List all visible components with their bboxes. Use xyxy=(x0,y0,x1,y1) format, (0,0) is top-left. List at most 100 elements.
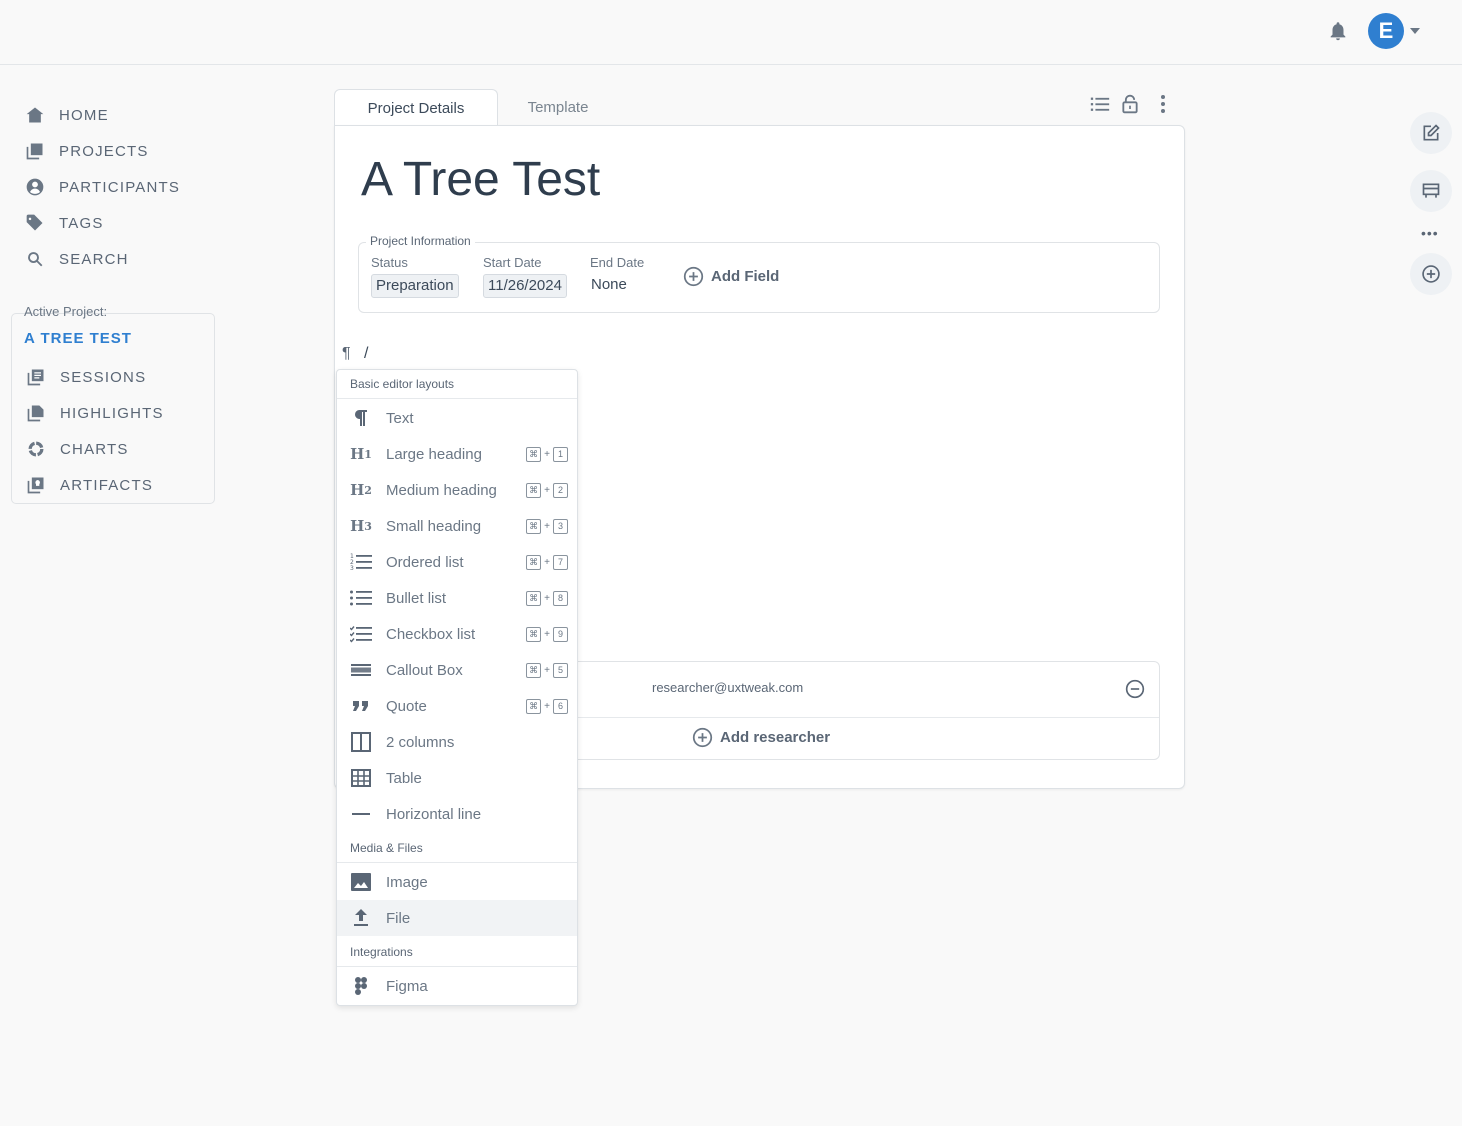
paragraph-icon xyxy=(350,407,372,429)
menu-item-label: Bullet list xyxy=(386,589,447,607)
menu-item-2-columns[interactable]: 2 columns xyxy=(337,724,577,760)
menu-item-label: Text xyxy=(386,409,414,427)
nav-item-sessions[interactable]: SESSIONS xyxy=(25,365,146,389)
nav-item-label: ARTIFACTS xyxy=(60,476,154,494)
menu-item-medium-heading[interactable]: H2 Medium heading ⌘ +2 xyxy=(337,472,577,508)
end-date-value[interactable]: None xyxy=(591,274,627,298)
add-field-button[interactable]: Add Field xyxy=(683,266,779,287)
ordered-list-icon: 123 xyxy=(350,551,372,573)
avatar-dropdown-caret-icon[interactable] xyxy=(1410,28,1420,34)
researchers-table xyxy=(570,661,1160,760)
menu-item-label: Quote xyxy=(386,697,427,715)
projects-icon xyxy=(24,140,46,162)
paragraph-mark-icon: ¶ xyxy=(342,345,351,362)
status-value[interactable]: Preparation xyxy=(371,274,459,298)
figma-icon xyxy=(350,975,372,997)
nav-item-label: HOME xyxy=(59,106,109,124)
menu-item-label: 2 columns xyxy=(386,733,455,751)
menu-item-table[interactable]: Table xyxy=(337,760,577,796)
active-project-label: Active Project: xyxy=(24,304,108,319)
menu-item-figma[interactable]: Figma xyxy=(337,968,577,1004)
menu-section-basic: Basic editor layouts xyxy=(350,377,455,391)
nav-item-artifacts[interactable]: ARTIFACTS xyxy=(25,473,153,497)
nav-item-charts[interactable]: CHARTS xyxy=(25,437,129,461)
more-horizontal-icon[interactable]: ••• xyxy=(1421,225,1439,241)
tab-project-details[interactable]: Project Details xyxy=(334,89,498,126)
notification-bell-icon[interactable] xyxy=(1327,19,1349,43)
horizontal-line-icon xyxy=(350,803,372,825)
checkbox-list-icon xyxy=(350,623,372,645)
add-researcher-button[interactable]: Add researcher xyxy=(692,727,830,748)
edit-note-icon xyxy=(1423,124,1440,141)
active-project-name[interactable]: A TREE TEST xyxy=(24,330,132,347)
menu-item-label: Horizontal line xyxy=(386,805,482,823)
add-circle-icon xyxy=(1422,265,1440,283)
menu-item-label: Image xyxy=(386,873,428,891)
end-date-label: End Date xyxy=(590,255,645,270)
heading-2-icon: H2 xyxy=(350,481,372,499)
heading-3-icon: H3 xyxy=(350,517,372,535)
columns-icon xyxy=(350,731,372,753)
nav-item-home[interactable]: HOME xyxy=(24,103,109,127)
nav-item-tags[interactable]: TAGS xyxy=(24,211,104,235)
shortcut-hint: ⌘ +8 xyxy=(526,591,568,606)
menu-item-label: Medium heading xyxy=(386,481,497,499)
charts-icon xyxy=(25,438,47,460)
menu-item-bullet-list[interactable]: Bullet list ⌘ +8 xyxy=(337,580,577,616)
menu-item-label: Figma xyxy=(386,977,428,995)
sessions-icon xyxy=(25,366,47,388)
menu-item-large-heading[interactable]: H1 Large heading ⌘ +1 xyxy=(337,436,577,472)
outline-list-icon[interactable] xyxy=(1089,92,1111,116)
layout-panel-icon xyxy=(1422,183,1440,198)
lock-open-icon[interactable] xyxy=(1120,92,1140,116)
editor-input[interactable]: / xyxy=(364,345,368,363)
more-vertical-icon[interactable] xyxy=(1155,92,1171,116)
rail-edit-button[interactable] xyxy=(1410,112,1452,154)
menu-item-small-heading[interactable]: H3 Small heading ⌘ +3 xyxy=(337,508,577,544)
nav-item-highlights[interactable]: HIGHLIGHTS xyxy=(25,401,164,425)
search-icon xyxy=(24,248,46,270)
menu-item-checkbox-list[interactable]: Checkbox list ⌘ +9 xyxy=(337,616,577,652)
participants-icon xyxy=(24,176,46,198)
nav-item-search[interactable]: SEARCH xyxy=(24,247,129,271)
slash-command-menu: Basic editor layouts Text H1 Large headi… xyxy=(336,369,578,1006)
menu-item-ordered-list[interactable]: 123 Ordered list ⌘ +7 xyxy=(337,544,577,580)
menu-item-horizontal-line[interactable]: Horizontal line xyxy=(337,796,577,832)
menu-item-label: Ordered list xyxy=(386,553,464,571)
shortcut-hint: ⌘ +6 xyxy=(526,699,568,714)
nav-item-label: HIGHLIGHTS xyxy=(60,404,164,422)
menu-item-text[interactable]: Text xyxy=(337,400,577,436)
upload-icon xyxy=(350,907,372,929)
menu-item-label: Callout Box xyxy=(386,661,463,679)
menu-section-integrations: Integrations xyxy=(350,945,413,959)
menu-item-label: Table xyxy=(386,769,422,787)
tab-template[interactable]: Template xyxy=(498,89,618,126)
menu-item-image[interactable]: Image xyxy=(337,864,577,900)
quote-icon xyxy=(350,695,372,717)
nav-item-label: PARTICIPANTS xyxy=(59,178,181,196)
rail-add-button[interactable] xyxy=(1410,253,1452,295)
status-label: Status xyxy=(371,255,408,270)
page-title[interactable]: A Tree Test xyxy=(361,152,600,207)
menu-item-callout-box[interactable]: Callout Box ⌘ +5 xyxy=(337,652,577,688)
remove-researcher-icon[interactable] xyxy=(1125,679,1145,699)
menu-item-file[interactable]: File xyxy=(337,900,577,936)
start-date-value[interactable]: 11/26/2024 xyxy=(483,274,567,298)
user-avatar[interactable]: E xyxy=(1368,13,1404,49)
highlights-icon xyxy=(25,402,47,424)
add-circle-icon xyxy=(683,266,704,287)
shortcut-hint: ⌘ +9 xyxy=(526,627,568,642)
researcher-email: researcher@uxtweak.com xyxy=(652,680,804,695)
add-field-label: Add Field xyxy=(711,268,780,285)
rail-layout-button[interactable] xyxy=(1410,170,1452,212)
nav-item-label: TAGS xyxy=(59,214,104,232)
callout-icon xyxy=(350,659,372,681)
artifacts-icon xyxy=(25,474,47,496)
heading-1-icon: H1 xyxy=(350,445,372,463)
menu-item-label: Large heading xyxy=(386,445,482,463)
menu-item-label: File xyxy=(386,909,411,927)
nav-item-participants[interactable]: PARTICIPANTS xyxy=(24,175,180,199)
nav-item-projects[interactable]: PROJECTS xyxy=(24,139,149,163)
svg-text:3: 3 xyxy=(350,565,354,571)
menu-item-quote[interactable]: Quote ⌘ +6 xyxy=(337,688,577,724)
